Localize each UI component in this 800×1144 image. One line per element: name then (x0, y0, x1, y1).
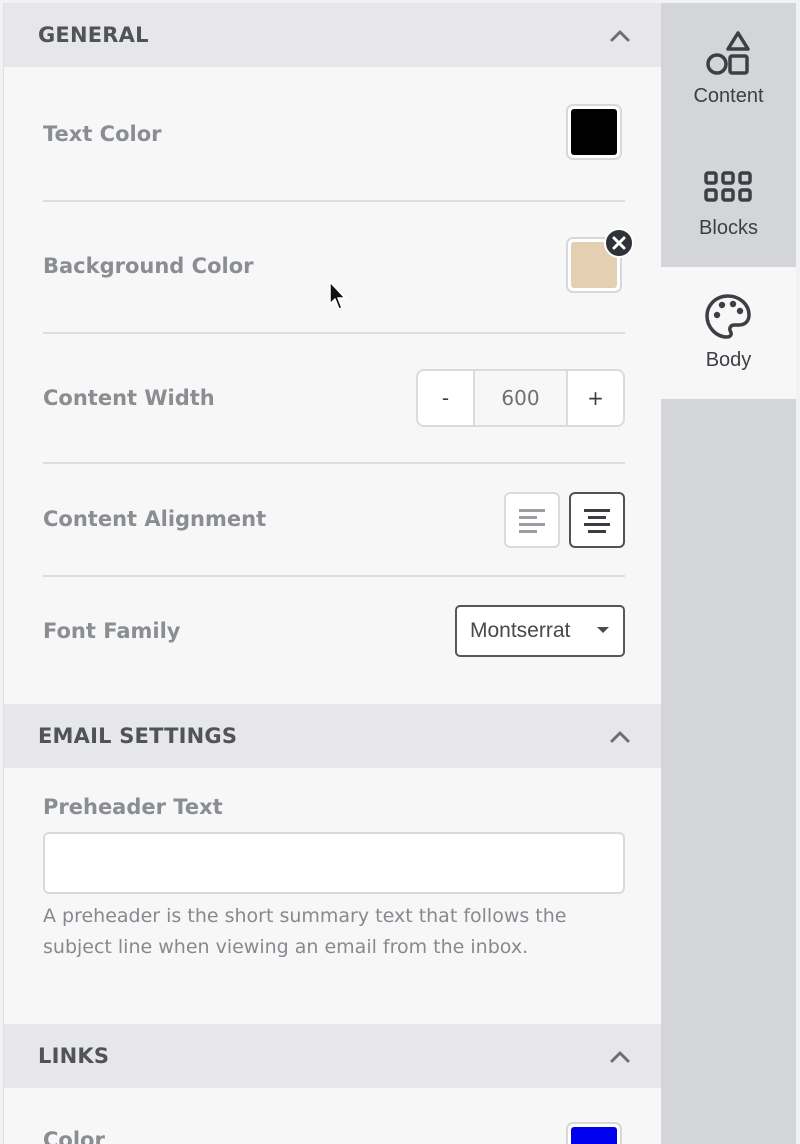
mouse-pointer-icon (329, 281, 346, 310)
tab-content-label: Content (693, 85, 764, 107)
link-color-fill (571, 1127, 617, 1144)
align-center-button[interactable] (569, 492, 625, 548)
row-divider (43, 575, 625, 577)
chevron-up-icon[interactable] (608, 1046, 632, 1066)
links-section-header[interactable]: LINKS (4, 1024, 661, 1088)
tab-body[interactable]: Body (661, 267, 796, 399)
font-family-value: Montserrat (470, 619, 571, 642)
text-color-label: Text Color (43, 122, 162, 146)
links-section-title: LINKS (38, 1044, 110, 1068)
text-color-swatch[interactable] (566, 104, 622, 160)
tab-body-label: Body (705, 349, 752, 371)
content-width-stepper: - 600 + (416, 369, 625, 427)
general-section-title: GENERAL (38, 23, 149, 47)
grid-icon (704, 171, 752, 202)
font-family-label: Font Family (43, 619, 181, 643)
chevron-up-icon[interactable] (608, 726, 632, 746)
preheader-help-text: A preheader is the short summary text th… (43, 905, 567, 958)
preheader-label: Preheader Text (43, 795, 223, 819)
tab-blocks-label: Blocks (699, 217, 758, 239)
decrement-button[interactable]: - (418, 371, 475, 425)
link-color-label: Color (43, 1128, 105, 1144)
font-family-select[interactable]: Montserrat (455, 605, 625, 657)
content-width-value[interactable]: 600 (475, 371, 566, 425)
close-circle-icon[interactable] (604, 228, 634, 258)
email-settings-section-header[interactable]: EMAIL SETTINGS (4, 704, 661, 768)
increment-button[interactable]: + (566, 371, 623, 425)
content-width-label: Content Width (43, 386, 215, 410)
link-color-swatch[interactable] (566, 1122, 622, 1144)
row-divider (43, 332, 625, 334)
preheader-input[interactable] (43, 832, 625, 894)
email-settings-section-title: EMAIL SETTINGS (38, 724, 238, 748)
shapes-icon (706, 31, 750, 75)
tab-content[interactable]: Content (661, 3, 796, 135)
body-settings-panel: GENERAL Text Color Background Color Cont… (3, 3, 661, 1144)
align-left-icon (519, 509, 545, 533)
row-divider (43, 200, 625, 202)
side-tab-rail: Content Blocks Body (661, 3, 796, 1144)
content-alignment-label: Content Alignment (43, 507, 267, 531)
background-color-label: Background Color (43, 254, 254, 278)
palette-icon (705, 294, 751, 339)
general-section-header[interactable]: GENERAL (4, 3, 661, 67)
chevron-up-icon[interactable] (608, 25, 632, 45)
app-root: GENERAL Text Color Background Color Cont… (0, 0, 800, 1144)
text-color-fill (571, 109, 617, 155)
row-divider (43, 462, 625, 464)
align-center-icon (584, 509, 610, 533)
align-left-button[interactable] (504, 492, 560, 548)
tab-blocks[interactable]: Blocks (661, 135, 796, 267)
caret-down-icon (597, 627, 609, 633)
